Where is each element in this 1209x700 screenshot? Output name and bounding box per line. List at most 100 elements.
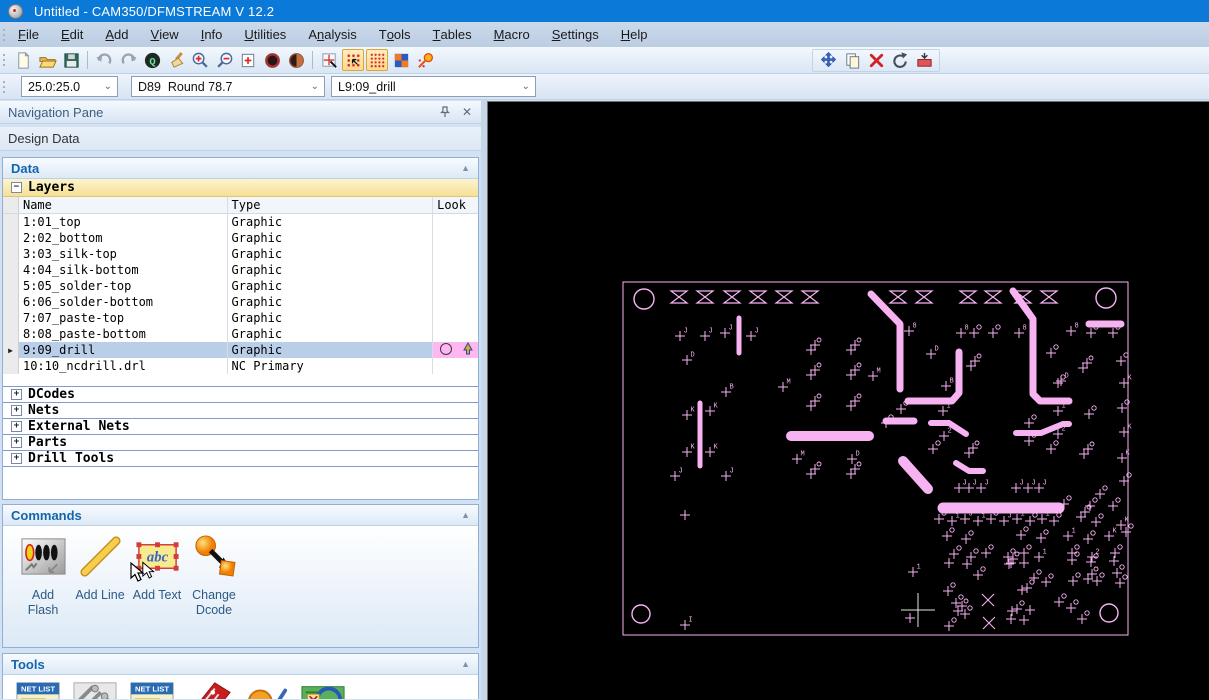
layer-row[interactable]: 7:07_paste-top Graphic (3, 310, 478, 326)
column-name[interactable]: Name (19, 197, 228, 213)
collapse-arrow-icon[interactable]: ▲ (461, 163, 470, 173)
layer-look[interactable] (433, 246, 478, 262)
layer-row[interactable]: 1:01_top Graphic (3, 214, 478, 230)
origin-marker-icon[interactable] (318, 49, 340, 71)
layer-look[interactable] (433, 214, 478, 230)
expand-box-icon[interactable]: + (11, 421, 22, 432)
collapse-arrow-icon[interactable]: ▲ (461, 659, 470, 669)
data-panel-header[interactable]: Data ▲ (3, 158, 478, 179)
tools-panel-header[interactable]: Tools ▲ (3, 654, 478, 675)
menu-add[interactable]: Add (94, 27, 139, 42)
layer-table-icon[interactable] (390, 49, 412, 71)
menu-tables[interactable]: Tables (422, 27, 483, 42)
drill-layer-view: J J J JDBMMK KK KM DJ JI8DB12J J J8 812J J J8D KKK1 J 1… (488, 102, 1209, 700)
menubar-grip[interactable] (0, 22, 7, 47)
column-type[interactable]: Type (228, 197, 434, 213)
add-line-command[interactable]: Add Line (72, 533, 128, 647)
pin-icon[interactable] (437, 104, 453, 120)
layer-look[interactable] (433, 230, 478, 246)
delete-icon[interactable] (865, 50, 887, 72)
column-look[interactable]: Look (433, 197, 478, 213)
netlist-compare-tool[interactable]: NET LIST (15, 679, 61, 699)
grid-combo[interactable]: 25.0:25.0 ⌄ (21, 76, 118, 97)
expand-box-icon[interactable]: + (11, 389, 22, 400)
layer-look[interactable] (433, 278, 478, 294)
flash-finder-icon[interactable] (414, 49, 436, 71)
layer-row[interactable]: 10:10_ncdrill.drl NC Primary (3, 358, 478, 374)
menu-edit[interactable]: Edit (50, 27, 94, 42)
tree-node-parts[interactable]: + Parts (3, 435, 478, 451)
open-file-icon[interactable] (36, 49, 58, 71)
menu-info[interactable]: Info (190, 27, 234, 42)
move-icon[interactable] (817, 50, 839, 72)
layer-row[interactable]: 5:05_solder-top Graphic (3, 278, 478, 294)
app-logo-icon (8, 3, 23, 19)
layer-look[interactable] (433, 342, 478, 358)
change-dcode-command[interactable]: Change Dcode (186, 533, 242, 647)
tree-node-drill-tools[interactable]: + Drill Tools (3, 451, 478, 467)
menu-analysis[interactable]: An alysis (297, 27, 367, 42)
menu-help[interactable]: Help (610, 27, 659, 42)
film-query-icon[interactable]: Q (141, 49, 163, 71)
add-flash-command[interactable]: Add Flash (15, 533, 71, 647)
tree-node-dcodes[interactable]: + DCodes (3, 387, 478, 403)
expand-box-icon[interactable]: + (11, 405, 22, 416)
mirror-icon[interactable] (913, 50, 935, 72)
clean-icon[interactable] (165, 49, 187, 71)
board-red-tool[interactable] (186, 679, 232, 699)
layer-row[interactable]: ▶ 9:09_drill Graphic (3, 342, 478, 358)
zoom-window-icon[interactable] (237, 49, 259, 71)
menu-file[interactable]: File (7, 27, 50, 42)
tree-node-nets[interactable]: + Nets (3, 403, 478, 419)
expand-box-icon[interactable]: + (11, 437, 22, 448)
close-icon[interactable]: ✕ (459, 104, 475, 120)
netlist-extract-tool[interactable]: NET LIST (129, 679, 175, 699)
board-green-tool[interactable] (300, 679, 346, 699)
layers-tree-node[interactable]: − Layers (3, 179, 478, 197)
save-icon[interactable] (60, 49, 82, 71)
layer-look[interactable] (433, 262, 478, 278)
layer-color-swatch[interactable] (433, 342, 478, 358)
collapse-arrow-icon[interactable]: ▲ (461, 510, 470, 520)
layer-look[interactable] (433, 310, 478, 326)
menu-view[interactable]: View (140, 27, 190, 42)
grid-dots-a-icon[interactable] (342, 49, 364, 71)
grid-dots-b-icon[interactable] (366, 49, 388, 71)
layer-look[interactable] (433, 358, 478, 374)
svg-text:2: 2 (1062, 426, 1066, 434)
new-file-icon[interactable] (12, 49, 34, 71)
expand-box-icon[interactable]: + (11, 453, 22, 464)
menu-settings[interactable]: Settings (541, 27, 610, 42)
tree-node-external-nets[interactable]: + External Nets (3, 419, 478, 435)
design-data-bar[interactable]: Design Data (0, 127, 481, 151)
layer-look[interactable] (433, 294, 478, 310)
copy-icon[interactable] (841, 50, 863, 72)
layer-row[interactable]: 4:04_silk-bottom Graphic (3, 262, 478, 278)
pan-view-icon[interactable] (285, 49, 307, 71)
layer-row[interactable]: 8:08_paste-bottom Graphic (3, 326, 478, 342)
commands-panel-header[interactable]: Commands ▲ (3, 505, 478, 526)
combobar-grip[interactable] (0, 74, 7, 99)
add-text-command[interactable]: abc Add Text (129, 533, 185, 647)
layer-look[interactable] (433, 326, 478, 342)
layer-row[interactable]: 3:03_silk-top Graphic (3, 246, 478, 262)
redo-icon[interactable] (117, 49, 139, 71)
trace-photo-tool[interactable] (72, 679, 118, 699)
zoom-last-icon[interactable] (261, 49, 283, 71)
zoom-out-icon[interactable] (213, 49, 235, 71)
undo-icon[interactable] (93, 49, 115, 71)
dcode-combo[interactable]: D89 Round 78.7 ⌄ (131, 76, 325, 97)
pcb-canvas[interactable]: JJJJDBMMKKKKMDJJI8DB12JJJ8812JJJ8DKKK1J1… (487, 101, 1209, 700)
layer-row[interactable]: 2:02_bottom Graphic (3, 230, 478, 246)
zoom-in-icon[interactable] (189, 49, 211, 71)
menu-utilities[interactable]: Utilities (233, 27, 297, 42)
menu-tools[interactable]: To ols (368, 27, 422, 42)
rotate-icon[interactable] (889, 50, 911, 72)
svg-text:1: 1 (947, 403, 951, 411)
collapse-box-icon[interactable]: − (11, 182, 22, 193)
edit-draw-tool[interactable] (243, 679, 289, 699)
toolbar-grip[interactable] (0, 47, 7, 73)
layer-combo[interactable]: L9:09_drill ⌄ (331, 76, 536, 97)
menu-macro[interactable]: Macro (483, 27, 541, 42)
layer-row[interactable]: 6:06_solder-bottom Graphic (3, 294, 478, 310)
